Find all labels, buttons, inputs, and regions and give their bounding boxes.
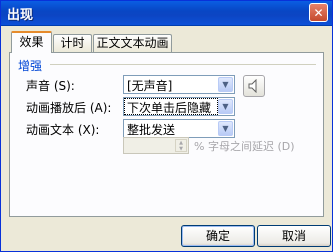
group-divider [50, 64, 316, 65]
tab-effect-label: 效果 [19, 35, 44, 49]
animate-text-label: 动画文本 (X): [26, 123, 100, 137]
chevron-down-icon[interactable]: ▼ [218, 121, 233, 136]
title-bar[interactable]: 出现 ✕ [1, 1, 332, 26]
animate-text-select[interactable]: 整批发送 ▼ [123, 119, 235, 138]
close-icon: ✕ [313, 5, 324, 20]
sound-select[interactable]: [无声音] ▼ [123, 75, 235, 94]
after-animation-select[interactable]: 下次单击后隐藏 ▼ [123, 97, 235, 116]
effect-options-dialog: 出现 ✕ 效果 计时 正文文本动画 增强 声音 (S): [无声音] ▼ 动画播… [0, 0, 333, 252]
sound-options-button[interactable] [243, 75, 265, 97]
spin-down-icon[interactable]: ▼ [179, 146, 183, 152]
group-label-enhance: 增强 [18, 59, 43, 73]
tab-effect[interactable]: 效果 [11, 31, 52, 53]
letter-delay-spinner[interactable]: ▲ ▼ [123, 137, 189, 154]
tab-text-animation-label: 正文文本动画 [96, 36, 169, 50]
sound-label: 声音 (S): [26, 79, 75, 93]
cancel-button[interactable]: 取消 [257, 225, 331, 247]
speaker-icon [248, 79, 257, 93]
dialog-title: 出现 [7, 8, 34, 23]
chevron-down-icon[interactable]: ▼ [218, 77, 233, 92]
ok-button[interactable]: 确定 [181, 225, 255, 247]
cancel-button-label: 取消 [281, 229, 306, 243]
letter-delay-label: % 字母之间延迟 (D) [194, 140, 295, 153]
tab-text-animation[interactable]: 正文文本动画 [93, 34, 172, 52]
close-button[interactable]: ✕ [309, 3, 328, 22]
ok-button-label: 确定 [205, 229, 230, 243]
chevron-down-icon[interactable]: ▼ [218, 99, 233, 114]
tab-timing[interactable]: 计时 [53, 34, 92, 52]
animate-text-select-value: 整批发送 [127, 123, 176, 137]
tab-panel-effect: 增强 声音 (S): [无声音] ▼ 动画播放后 (A): 下次单击后隐藏 ▼ … [9, 52, 324, 217]
after-animation-label: 动画播放后 (A): [26, 101, 112, 115]
spinner-arrows-icon[interactable]: ▲ ▼ [175, 139, 187, 152]
tab-timing-label: 计时 [60, 36, 85, 50]
sound-select-value: [无声音] [127, 79, 173, 93]
after-animation-select-value: 下次单击后隐藏 [127, 101, 212, 115]
